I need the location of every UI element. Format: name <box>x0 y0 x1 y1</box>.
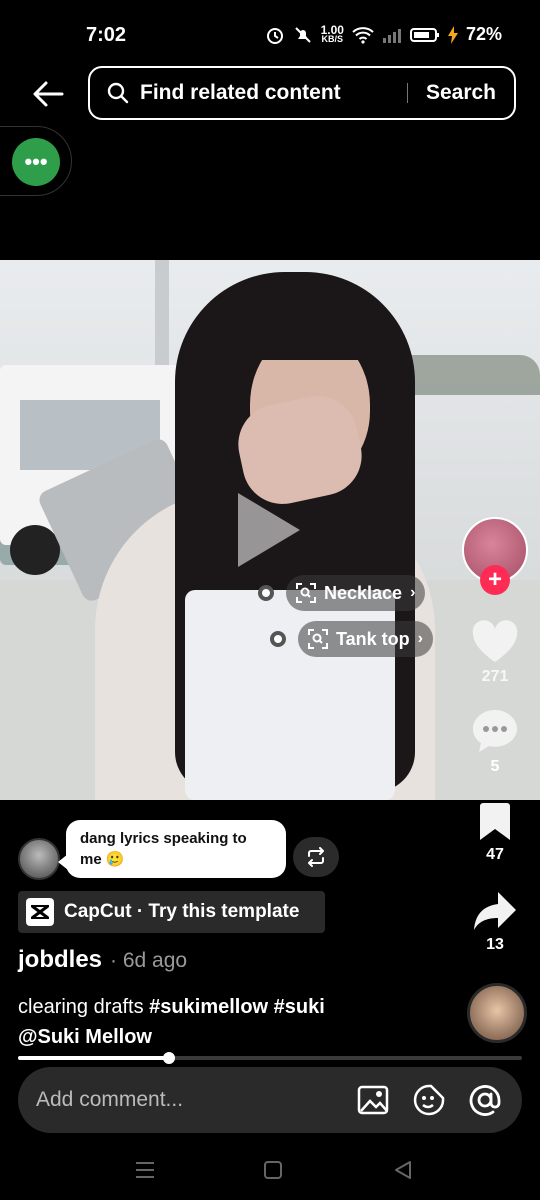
product-tag-pill[interactable]: Tank top › <box>298 621 433 657</box>
search-input[interactable]: Find related content <box>140 81 407 105</box>
home-button[interactable] <box>258 1155 288 1185</box>
chevron-right-icon: › <box>417 630 423 647</box>
at-sign-icon <box>469 1085 501 1116</box>
post-caption: clearing drafts #sukimellow #suki @Suki … <box>18 992 448 1052</box>
sticker-button[interactable] <box>406 1077 452 1123</box>
battery-percent: 72% <box>465 24 502 44</box>
arrow-left-icon <box>33 81 64 107</box>
comment-input-bar[interactable]: Add comment... <box>18 1067 522 1133</box>
visual-search-icon <box>296 583 316 603</box>
cellular-signal-icon <box>382 26 402 44</box>
share-arrow-icon <box>474 892 516 930</box>
status-bar: 7:02 1.00 KB/S 72% <box>0 0 540 70</box>
post-age: · 6d ago <box>110 949 188 972</box>
video-scene-wheel <box>10 525 60 575</box>
tag-anchor-dot <box>270 631 286 647</box>
play-icon[interactable] <box>238 493 300 567</box>
share-count: 13 <box>486 936 504 953</box>
like-count: 271 <box>481 668 509 685</box>
recent-apps-button[interactable] <box>130 1155 160 1185</box>
comment-icon <box>473 710 517 752</box>
playback-scrubber-handle[interactable] <box>163 1052 176 1064</box>
search-icon <box>107 82 129 104</box>
system-back-button[interactable] <box>388 1155 418 1185</box>
product-tag-tank-top[interactable]: Tank top › <box>270 621 433 657</box>
playback-progress-bar[interactable] <box>18 1052 522 1064</box>
capcut-label: CapCut · Try this template <box>64 901 300 922</box>
bookmark-count: 47 <box>486 846 504 863</box>
repost-button[interactable] <box>293 837 339 877</box>
search-bar[interactable]: Find related content Search <box>88 66 516 120</box>
comment-preview-bubble[interactable]: dang lyrics speaking to me 🥲 <box>58 820 286 878</box>
search-button[interactable]: Search <box>408 81 514 105</box>
wifi-icon <box>352 26 374 44</box>
hashtag-link[interactable]: #sukimellow <box>149 996 268 1018</box>
follow-button[interactable]: + <box>480 565 510 595</box>
battery-icon <box>409 27 440 43</box>
product-tag-label: Necklace <box>324 582 403 603</box>
charging-icon <box>447 25 458 44</box>
alarm-icon <box>265 25 285 45</box>
bookmark-icon <box>480 803 510 840</box>
product-tag-necklace[interactable]: Necklace › <box>258 575 426 611</box>
menu-lines-icon <box>136 1162 154 1178</box>
repost-icon <box>308 847 324 867</box>
product-tag-pill[interactable]: Necklace › <box>286 575 426 611</box>
comment-count: 5 <box>490 758 500 775</box>
bookmark-button[interactable]: 47 <box>466 802 524 864</box>
video-subject-bangs <box>240 300 380 360</box>
visual-search-icon <box>308 629 328 649</box>
image-attach-button[interactable] <box>350 1077 396 1123</box>
comment-button[interactable]: 5 <box>466 708 524 776</box>
commenter-avatar[interactable] <box>18 838 60 880</box>
plus-icon: + <box>487 566 502 593</box>
sound-disc-avatar[interactable] <box>467 983 527 1043</box>
product-tag-label: Tank top <box>336 628 410 649</box>
capcut-logo-icon <box>26 898 54 926</box>
image-icon <box>357 1085 389 1115</box>
network-speed: 1.00 KB/S <box>321 24 344 44</box>
capcut-template-link[interactable]: CapCut · Try this template <box>18 891 325 933</box>
chevron-right-icon: › <box>410 584 416 601</box>
caption-text: clearing drafts <box>18 996 150 1018</box>
triangle-back-icon <box>395 1161 411 1179</box>
hashtag-link[interactable]: #suki <box>274 996 325 1018</box>
heart-icon <box>472 620 518 662</box>
status-icons: 1.00 KB/S 72% <box>265 24 502 45</box>
network-speed-unit: KB/S <box>321 33 344 44</box>
comment-input[interactable]: Add comment... <box>36 1088 350 1112</box>
like-button[interactable]: 271 <box>466 620 524 686</box>
tag-anchor-dot <box>258 585 274 601</box>
author-line: jobdles · 6d ago <box>18 946 187 974</box>
floating-more-button[interactable]: ••• <box>12 138 60 186</box>
share-button[interactable]: 13 <box>466 890 524 954</box>
square-icon <box>264 1161 282 1179</box>
author-username[interactable]: jobdles <box>18 946 102 974</box>
status-time: 7:02 <box>86 24 127 46</box>
mention-link[interactable]: @Suki Mellow <box>18 1026 152 1048</box>
mention-button[interactable] <box>462 1077 508 1123</box>
mute-icon <box>293 25 313 45</box>
back-button[interactable] <box>28 74 68 114</box>
playback-progress-fill <box>18 1056 170 1060</box>
sticker-icon <box>413 1084 445 1116</box>
